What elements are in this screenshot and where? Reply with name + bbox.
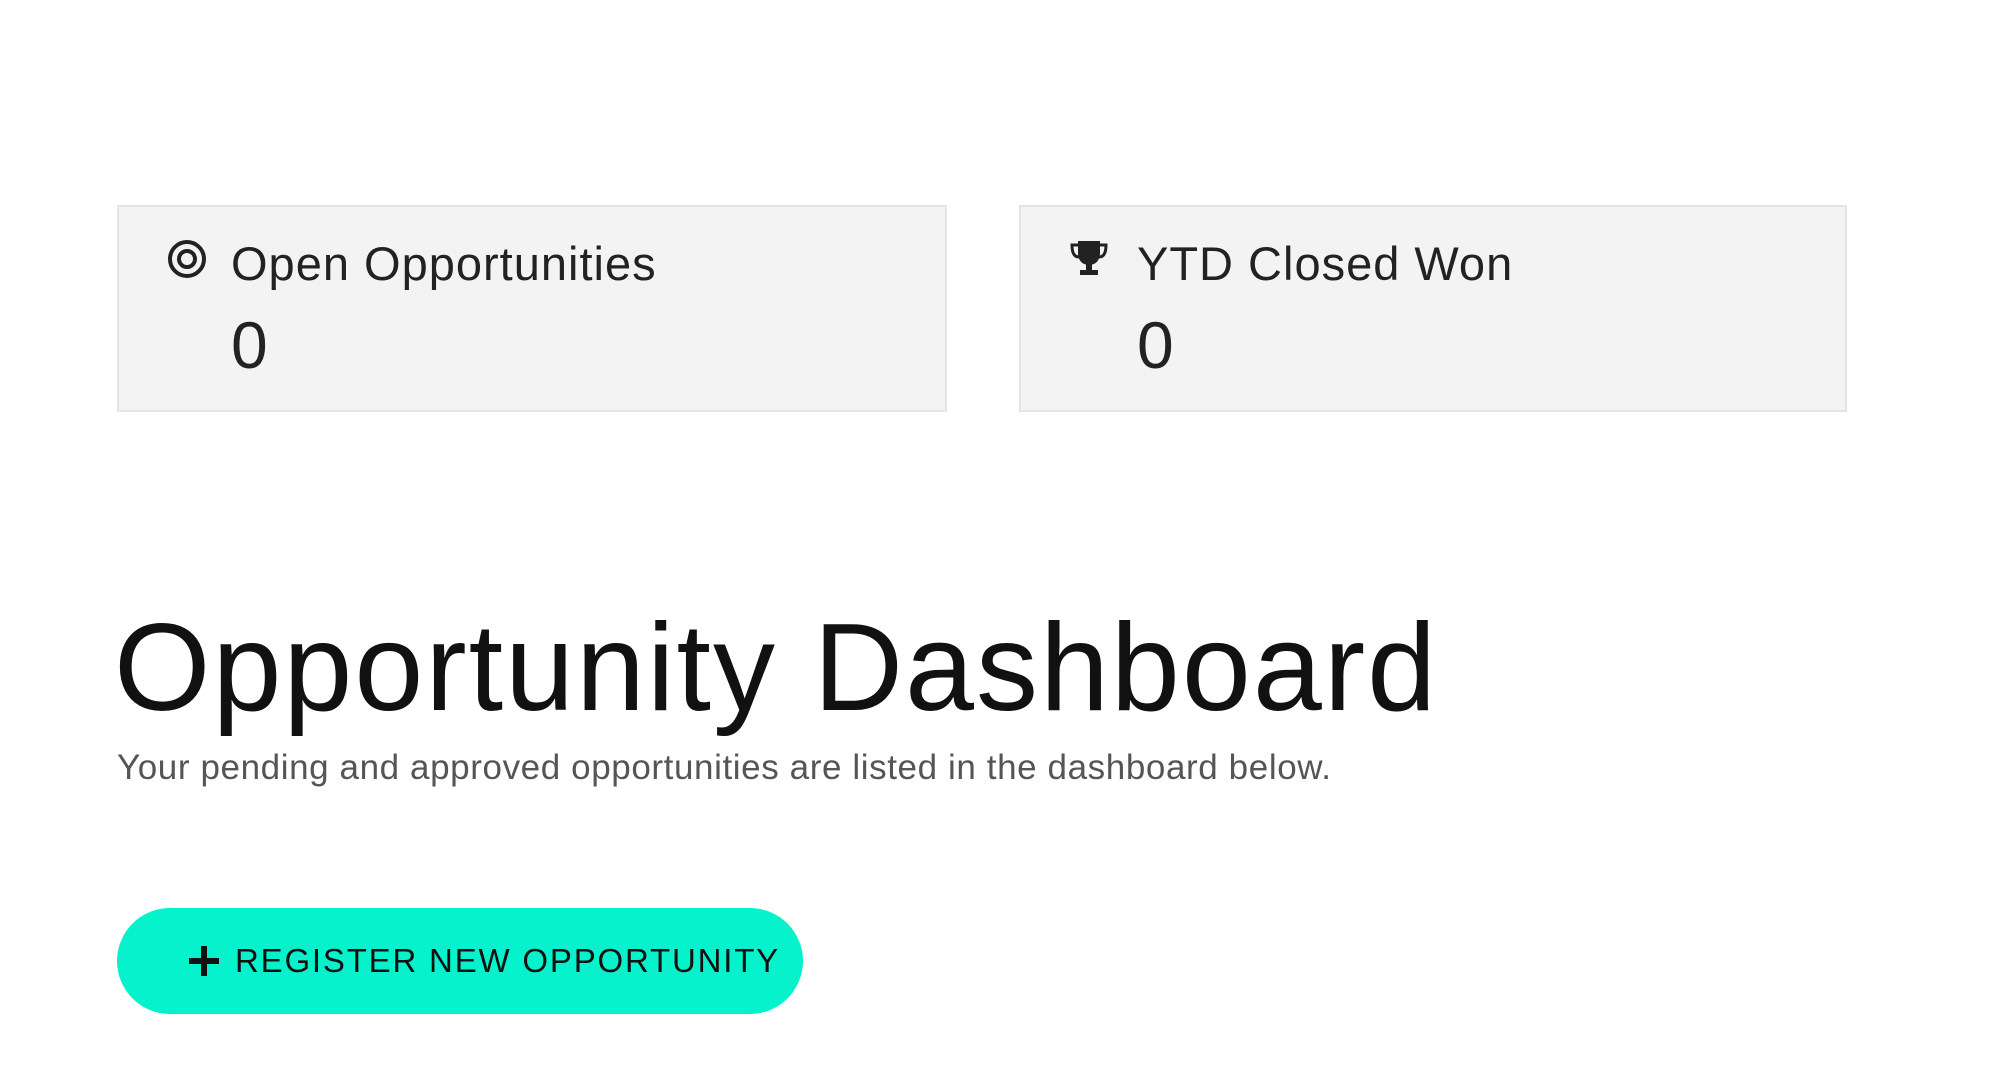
opportunity-dashboard-page: Open Opportunities 0 YTD Closed Won 0 Op… <box>0 0 2000 1071</box>
page-subtitle: Your pending and approved opportunities … <box>117 748 1332 787</box>
ytd-closed-won-card: YTD Closed Won 0 <box>1019 205 1847 412</box>
register-new-opportunity-button[interactable]: REGISTER NEW OPPORTUNITY <box>117 908 803 1014</box>
register-new-opportunity-label: REGISTER NEW OPPORTUNITY <box>235 942 780 979</box>
ytd-closed-won-label: YTD Closed Won <box>1137 237 1514 290</box>
ytd-closed-won-value: 0 <box>1137 308 1174 382</box>
page-title: Opportunity Dashboard <box>114 599 1439 737</box>
plus-icon <box>189 946 219 976</box>
open-opportunities-card: Open Opportunities 0 <box>117 205 947 412</box>
open-opportunities-value: 0 <box>231 308 268 382</box>
target-icon <box>165 237 209 281</box>
open-opportunities-label: Open Opportunities <box>231 237 657 290</box>
stats-row: Open Opportunities 0 YTD Closed Won 0 <box>117 205 1847 412</box>
trophy-icon <box>1067 237 1111 281</box>
